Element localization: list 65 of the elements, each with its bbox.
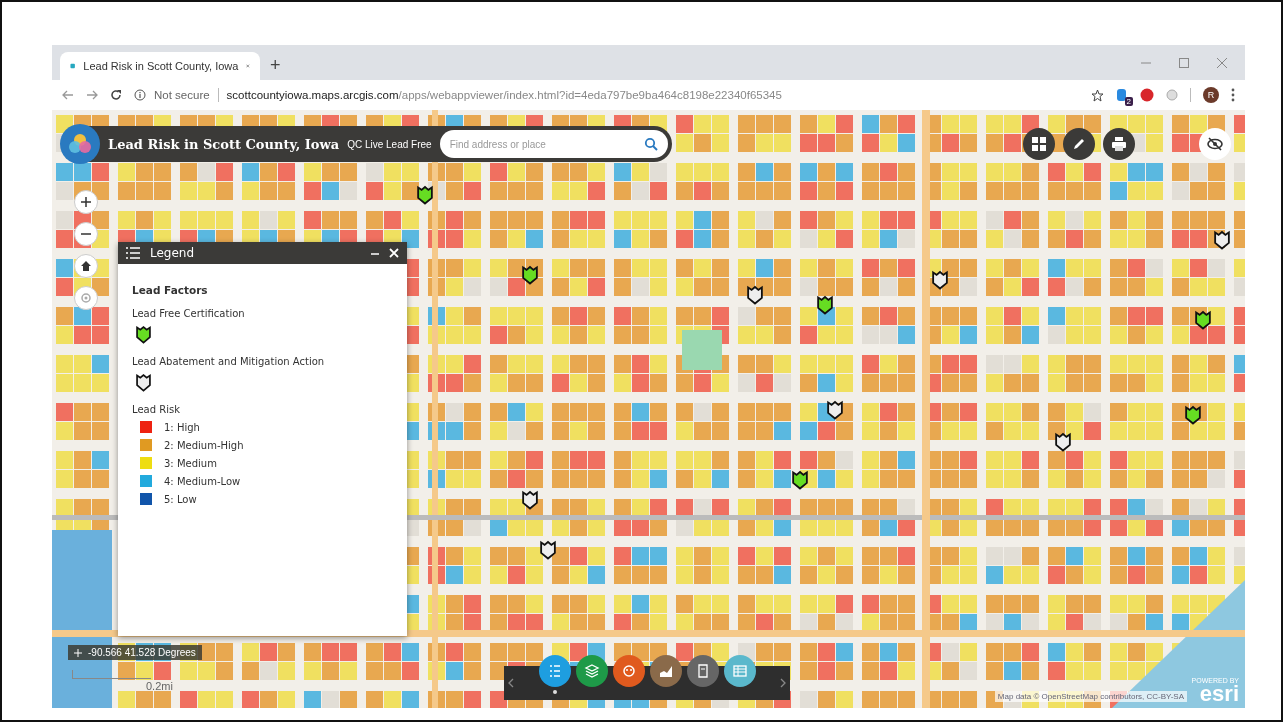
extension-badge: 2 <box>1124 97 1133 106</box>
shield-marker-icon[interactable] <box>827 400 843 420</box>
edit-button[interactable] <box>1063 128 1095 160</box>
printer-icon <box>1111 137 1127 151</box>
info-icon <box>134 89 146 101</box>
menu-icon[interactable] <box>1231 88 1235 102</box>
grid-icon <box>1032 137 1046 151</box>
shield-marker-icon[interactable] <box>522 265 538 285</box>
table-icon <box>731 662 748 679</box>
print-button[interactable] <box>1103 128 1135 160</box>
legend-layer-label: Lead Risk <box>132 404 181 415</box>
crosshair-icon[interactable] <box>74 648 82 657</box>
reload-icon[interactable] <box>110 89 122 101</box>
class-label: 1: High <box>164 421 200 433</box>
home-icon <box>81 261 91 271</box>
target-icon <box>80 292 92 304</box>
browser-tab[interactable]: Lead Risk in Scott County, Iowa <box>60 52 260 80</box>
back-icon[interactable] <box>62 90 74 100</box>
new-tab-button[interactable]: + <box>270 55 281 76</box>
map-attribution: Map data © OpenStreetMap contributors, CC-BY-SA <box>994 691 1187 702</box>
app-title: Lead Risk in Scott County, Iowa <box>108 136 340 152</box>
layers-icon <box>583 662 600 679</box>
shield-marker-icon[interactable] <box>540 540 556 560</box>
app-subtitle: QC Live Lead Free <box>347 138 432 150</box>
esri-logo: esri <box>1199 684 1239 704</box>
search-icon[interactable] <box>644 137 658 151</box>
shield-marker-icon[interactable] <box>1185 405 1201 425</box>
hide-button[interactable] <box>1199 128 1231 160</box>
shield-marker-icon[interactable] <box>792 470 808 490</box>
shield-marker-icon[interactable] <box>932 270 948 290</box>
class-label: 4: Medium-Low <box>164 475 241 487</box>
legend-layer-label: Lead Free Certification <box>132 308 246 319</box>
shield-marker-icon[interactable] <box>747 285 763 305</box>
basemap-gallery-button[interactable] <box>1023 128 1055 160</box>
crossed-eye-icon <box>1207 137 1223 151</box>
app-logo-icon <box>60 124 100 164</box>
profile-avatar[interactable]: R <box>1203 87 1219 103</box>
legend-heading: Lead Factors <box>132 284 209 296</box>
bookmark-star-icon[interactable] <box>1091 88 1104 102</box>
pencil-icon <box>1072 137 1086 151</box>
url-text: scottcountyiowa.maps.arcgis.com/apps/webappviewer/index.html?id=4eda797be9ba464c8198e22340f65345 <box>226 89 782 101</box>
shield-marker-icon[interactable] <box>522 490 538 510</box>
search-box[interactable]: Find address or place <box>439 130 668 158</box>
class-label: 5: Low <box>164 493 197 505</box>
legend-title: Legend <box>150 246 196 260</box>
shield-marker-icon[interactable] <box>417 185 433 205</box>
search-field[interactable]: Find address or place <box>439 132 638 156</box>
maximize-icon[interactable] <box>1179 57 1189 68</box>
shield-marker-icon[interactable] <box>1214 230 1230 250</box>
legend-layer-label: Lead Abatement and Mitigation Action <box>132 356 326 367</box>
coordinates-text: -90.566 41.528 Degrees <box>88 647 196 658</box>
security-label: Not secure <box>154 89 210 101</box>
stop-sign-icon[interactable] <box>1140 88 1154 102</box>
list-icon <box>126 247 140 259</box>
tab-title: Lead Risk in Scott County, Iowa <box>83 60 239 72</box>
forward-icon[interactable] <box>86 90 98 100</box>
shield-marker-icon[interactable] <box>817 295 833 315</box>
home-button[interactable] <box>74 254 98 278</box>
shield-marker-icon[interactable] <box>1055 432 1071 452</box>
class-label: 3: Medium <box>164 457 217 469</box>
extension-icon[interactable] <box>1116 88 1128 102</box>
plus-icon <box>81 197 91 207</box>
class-label: 2: Medium-High <box>164 439 244 451</box>
shield-marker-icon[interactable] <box>1195 310 1211 330</box>
scale-label: 0.2mi <box>146 680 173 692</box>
